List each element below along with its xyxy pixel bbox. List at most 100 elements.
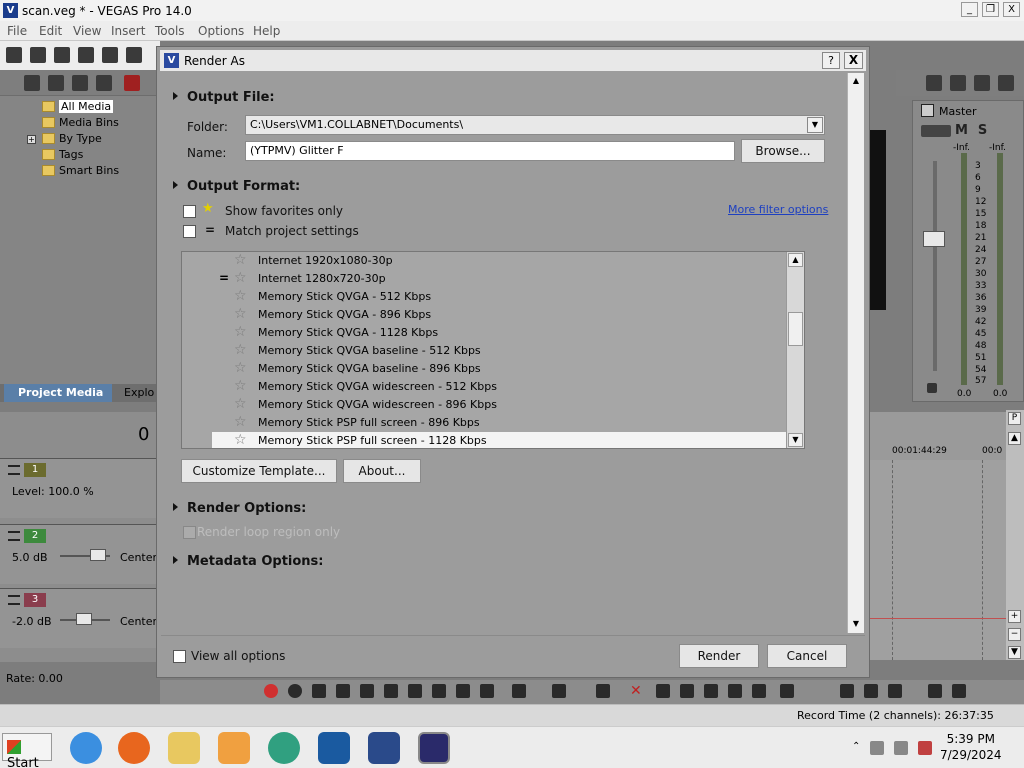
stop-icon[interactable] <box>384 684 398 698</box>
customize-template-button[interactable]: Customize Template... <box>181 459 337 483</box>
restore-button[interactable]: ❐ <box>982 2 999 17</box>
loop-region-checkbox[interactable] <box>183 526 196 539</box>
timeline-body[interactable] <box>870 460 1008 660</box>
list-item[interactable]: ☆ Memory Stick QVGA widescreen - 512 Kbps <box>212 378 804 396</box>
menu-view[interactable]: View <box>73 24 101 38</box>
track-handle-icon[interactable] <box>8 595 20 605</box>
about-button[interactable]: About... <box>343 459 421 483</box>
cancel-button[interactable]: Cancel <box>767 644 847 668</box>
template-list[interactable]: ☆ Internet 1920x1080-30p = ☆ Internet 1280… <box>181 251 805 449</box>
next-frame-icon[interactable] <box>480 684 494 698</box>
expand-plus-icon[interactable]: + <box>27 135 36 144</box>
scroll-thumb[interactable] <box>788 312 803 346</box>
template-list-scrollbar[interactable]: ▲ ▼ <box>786 252 804 448</box>
get-media-icon[interactable] <box>72 75 88 91</box>
master-fader-track[interactable] <box>933 161 937 371</box>
ignore-grouping-icon[interactable] <box>952 684 966 698</box>
panel-icon[interactable]: P <box>1008 412 1021 425</box>
downmix-icon[interactable] <box>998 75 1014 91</box>
list-item[interactable]: ☆ Internet 1920x1080-30p <box>212 252 804 270</box>
star-outline-icon[interactable]: ☆ <box>234 306 247 322</box>
track-handle-icon[interactable] <box>8 465 20 475</box>
star-outline-icon[interactable]: ☆ <box>234 324 247 340</box>
system-clock[interactable]: 5:39 PM 7/29/2024 <box>940 731 1002 763</box>
render-icon[interactable] <box>102 47 118 63</box>
normal-edit-tool-icon[interactable] <box>512 684 526 698</box>
tree-item-by-type[interactable]: By Type <box>42 132 102 147</box>
list-item[interactable]: ☆ Memory Stick QVGA - 896 Kbps <box>212 306 804 324</box>
envelope-tool-icon[interactable] <box>552 684 566 698</box>
volume-knob[interactable] <box>90 549 106 561</box>
snapping-icon[interactable] <box>840 684 854 698</box>
render-button[interactable]: Render <box>679 644 759 668</box>
timeline-vertical-scroll[interactable]: P ▲ + − ▼ <box>1006 410 1024 660</box>
zoom-tool-icon[interactable] <box>596 684 610 698</box>
list-item[interactable]: ☆ Memory Stick QVGA widescreen - 896 Kbps <box>212 396 804 414</box>
match-project-checkbox[interactable] <box>183 225 196 238</box>
output-file-section[interactable]: Output File: <box>173 90 275 105</box>
menu-insert[interactable]: Insert <box>111 24 145 38</box>
import-media-icon[interactable] <box>24 75 40 91</box>
fx-icon[interactable] <box>974 75 990 91</box>
split-icon[interactable] <box>680 684 694 698</box>
track-2[interactable]: 2 5.0 dB Center <box>0 524 160 584</box>
open-icon[interactable] <box>30 47 46 63</box>
more-filter-options-link[interactable]: More filter options <box>728 203 828 216</box>
save-as-icon[interactable] <box>78 47 94 63</box>
star-outline-icon[interactable]: ☆ <box>234 378 247 394</box>
help-button[interactable]: ? <box>822 52 840 69</box>
tab-explorer[interactable]: Explo <box>124 386 154 399</box>
chat-app-icon[interactable] <box>268 732 300 764</box>
mute-solo-buttons[interactable]: MS <box>955 123 997 138</box>
star-outline-icon[interactable]: ☆ <box>234 396 247 412</box>
star-outline-icon[interactable]: ☆ <box>234 342 247 358</box>
scroll-down-icon[interactable]: ▼ <box>1008 646 1021 659</box>
name-input[interactable]: (YTPMV) Glitter F <box>245 141 735 161</box>
virtualbox-icon[interactable] <box>368 732 400 764</box>
mixer-icon[interactable] <box>950 75 966 91</box>
menu-tools[interactable]: Tools <box>155 24 185 38</box>
save-icon[interactable] <box>54 47 70 63</box>
list-item[interactable]: ☆ Memory Stick PSP full screen - 896 Kbps <box>212 414 804 432</box>
view-all-options-checkbox[interactable] <box>173 650 186 663</box>
scroll-down-icon[interactable]: ▼ <box>848 616 864 632</box>
loop-icon[interactable] <box>288 684 302 698</box>
zoom-out-icon[interactable]: − <box>1008 628 1021 641</box>
scroll-up-icon[interactable]: ▲ <box>1008 432 1021 445</box>
envelope-line[interactable] <box>870 618 1008 619</box>
go-to-end-icon[interactable] <box>432 684 446 698</box>
lock-icon[interactable] <box>927 383 937 393</box>
pause-icon[interactable] <box>360 684 374 698</box>
list-item[interactable]: ☆ Memory Stick QVGA baseline - 512 Kbps <box>212 342 804 360</box>
master-fader-knob[interactable] <box>923 231 945 247</box>
list-item[interactable]: ☆ Memory Stick QVGA baseline - 896 Kbps <box>212 360 804 378</box>
auto-crossfade-icon[interactable] <box>864 684 878 698</box>
network-icon[interactable] <box>894 741 908 755</box>
cut-icon[interactable] <box>704 684 718 698</box>
list-item[interactable]: ☆ Memory Stick QVGA - 1128 Kbps <box>212 324 804 342</box>
remove-icon[interactable] <box>124 75 140 91</box>
lock-icon[interactable] <box>728 684 742 698</box>
tab-project-media[interactable]: Project Media <box>4 384 112 402</box>
record-icon[interactable] <box>264 684 278 698</box>
file-transfer-icon[interactable] <box>318 732 350 764</box>
zoom-in-icon[interactable]: + <box>1008 610 1021 623</box>
marker-icon[interactable] <box>752 684 766 698</box>
close-dialog-button[interactable]: X <box>844 52 863 69</box>
tree-item-media-bins[interactable]: Media Bins <box>42 116 119 131</box>
folder-dropdown[interactable]: C:\Users\VM1.COLLABNET\Documents\ <box>245 115 825 135</box>
file-explorer-icon[interactable] <box>168 732 200 764</box>
firefox-icon[interactable] <box>118 732 150 764</box>
play-icon[interactable] <box>336 684 350 698</box>
tree-item-smart-bins[interactable]: Smart Bins <box>42 164 119 179</box>
properties-icon[interactable] <box>126 47 142 63</box>
vegas-taskbar-icon[interactable] <box>418 732 450 764</box>
scroll-up-icon[interactable]: ▲ <box>848 73 864 89</box>
scroll-up-icon[interactable]: ▲ <box>788 253 803 267</box>
star-outline-icon[interactable]: ☆ <box>234 288 247 304</box>
star-outline-icon[interactable]: ☆ <box>234 252 247 268</box>
new-icon[interactable] <box>6 47 22 63</box>
capture-icon[interactable] <box>48 75 64 91</box>
fx-chain-icon[interactable] <box>921 125 951 137</box>
close-app-button[interactable]: X <box>1003 2 1020 17</box>
